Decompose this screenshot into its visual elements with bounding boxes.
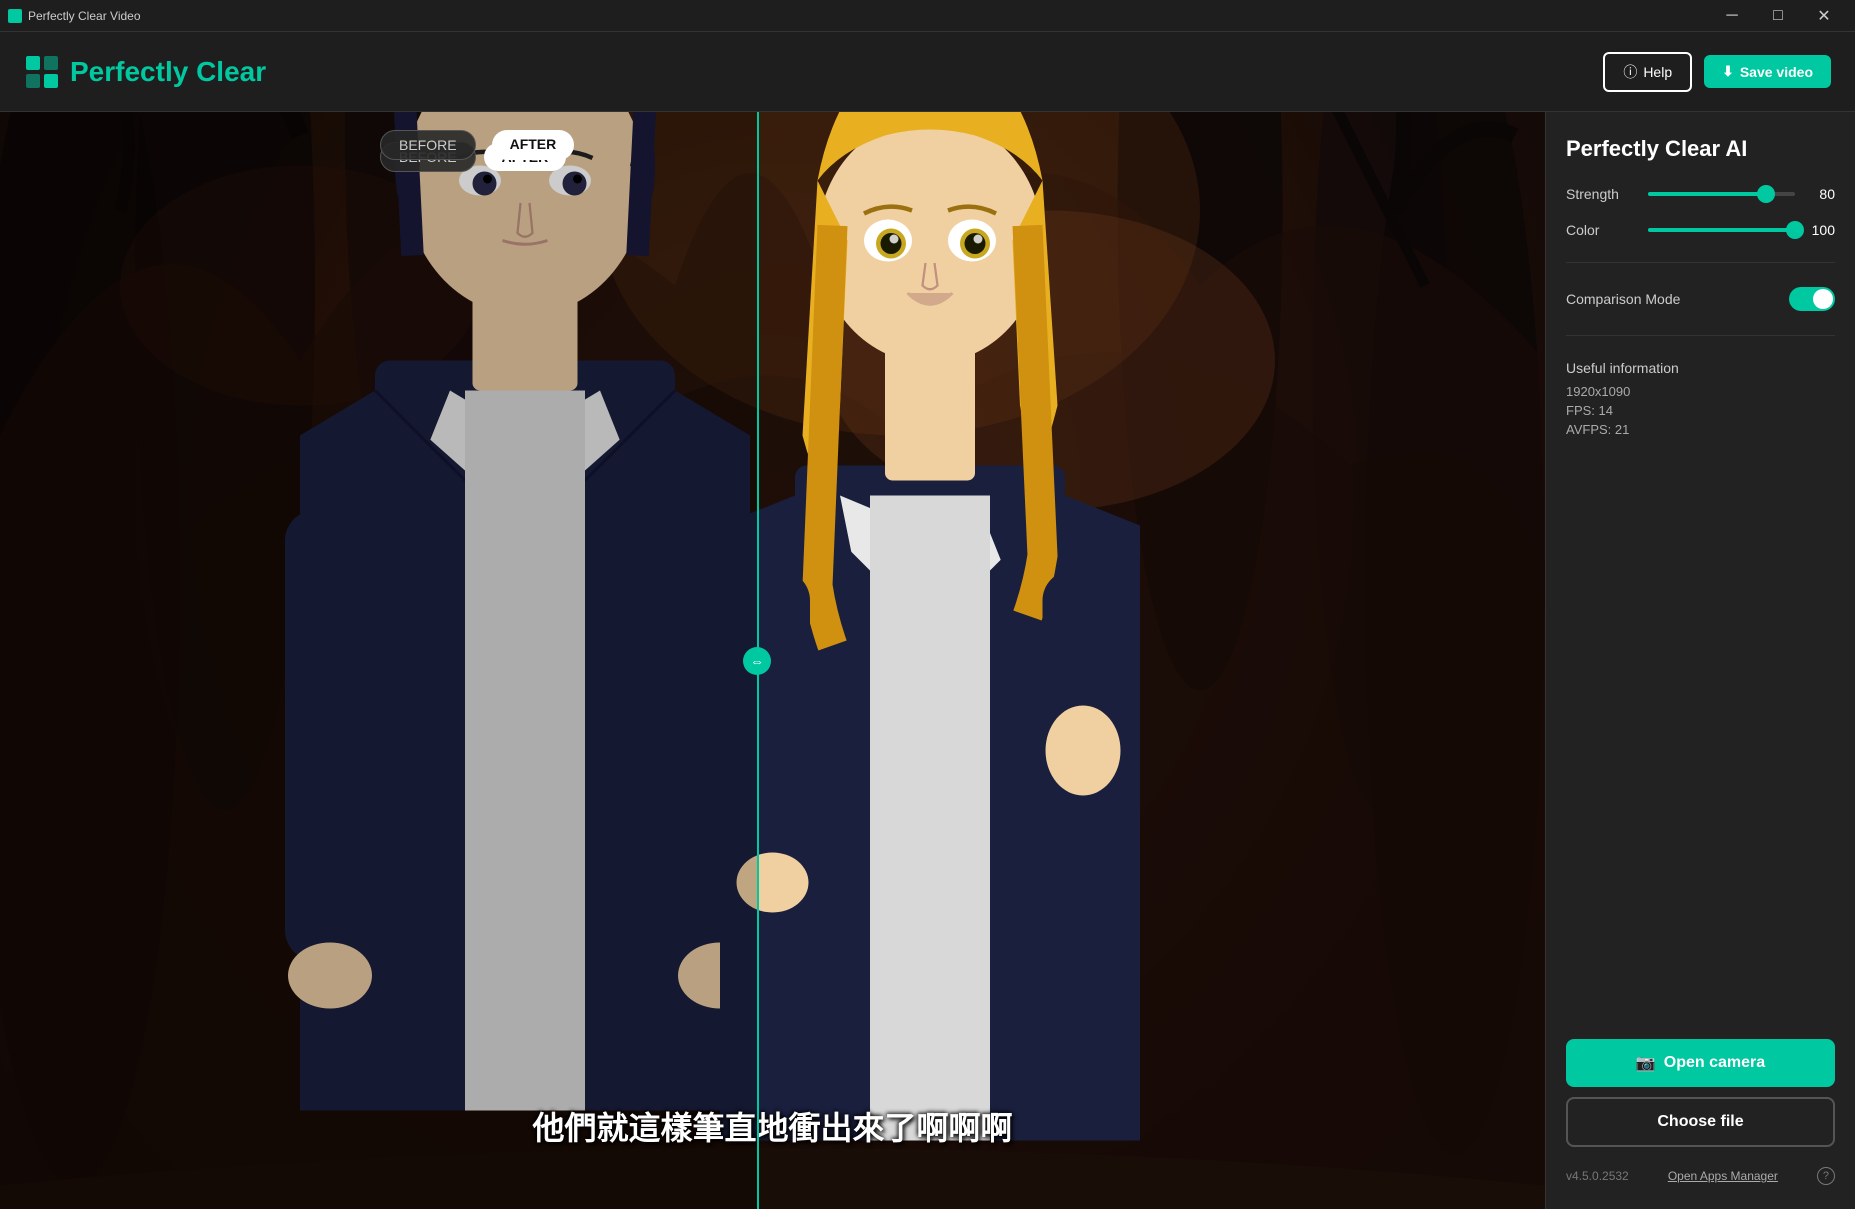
- logo-icon: [24, 54, 60, 90]
- color-fill: [1648, 228, 1795, 232]
- save-video-button[interactable]: ⬇ Save video: [1704, 55, 1831, 88]
- toggle-thumb: [1813, 289, 1833, 309]
- strength-value: 80: [1807, 186, 1835, 202]
- choose-file-button[interactable]: Choose file: [1566, 1097, 1835, 1147]
- logo: Perfectly Clear: [24, 54, 266, 90]
- strength-label: Strength: [1566, 186, 1636, 202]
- fps-info: FPS: 14: [1566, 403, 1835, 418]
- anime-scene: 他們就這樣筆直地衝出來了啊啊啊 BEFORE AFTER ⇔: [0, 112, 1545, 1209]
- panel-title: Perfectly Clear AI: [1566, 136, 1835, 162]
- open-camera-button[interactable]: 📷 Open camera: [1566, 1039, 1835, 1087]
- close-button[interactable]: ✕: [1801, 0, 1847, 32]
- help-button[interactable]: ⓘ Help: [1603, 52, 1692, 92]
- save-icon: ⬇: [1722, 63, 1734, 80]
- version-text: v4.5.0.2532: [1566, 1169, 1629, 1183]
- right-panel: Perfectly Clear AI Strength 80 Color 100…: [1545, 112, 1855, 1209]
- save-label: Save video: [1740, 64, 1813, 80]
- open-apps-manager-link[interactable]: Open Apps Manager: [1668, 1169, 1778, 1183]
- main-layout: BEFORE AFTER: [0, 112, 1855, 1209]
- help-icon: ⓘ: [1623, 62, 1637, 82]
- scene-svg: [0, 112, 1545, 1209]
- divider-1: [1566, 262, 1835, 263]
- color-thumb[interactable]: [1786, 221, 1804, 239]
- panel-bottom: 📷 Open camera Choose file: [1566, 1039, 1835, 1147]
- strength-fill: [1648, 192, 1766, 196]
- header: Perfectly Clear ⓘ Help ⬇ Save video: [0, 32, 1855, 112]
- open-camera-label: Open camera: [1664, 1054, 1765, 1072]
- useful-info-section: Useful information 1920x1090 FPS: 14 AVF…: [1566, 360, 1835, 437]
- window-title: Perfectly Clear Video: [28, 9, 141, 23]
- avfps-info: AVFPS: 21: [1566, 422, 1835, 437]
- camera-icon: 📷: [1636, 1053, 1656, 1073]
- app-icon: [8, 9, 22, 23]
- comparison-mode-row: Comparison Mode: [1566, 287, 1835, 311]
- help-label: Help: [1643, 64, 1672, 80]
- minimize-button[interactable]: ─: [1709, 0, 1755, 32]
- color-slider[interactable]: [1648, 228, 1795, 232]
- strength-thumb[interactable]: [1757, 185, 1775, 203]
- color-slider-row: Color 100: [1566, 222, 1835, 238]
- strength-slider[interactable]: [1648, 192, 1795, 196]
- window-controls: ─ □ ✕: [1709, 0, 1847, 32]
- drag-arrows-icon: ⇔: [750, 653, 764, 669]
- logo-text: Perfectly Clear: [70, 56, 266, 88]
- help-icon-footer[interactable]: ?: [1817, 1167, 1835, 1185]
- choose-file-label: Choose file: [1657, 1113, 1743, 1131]
- subtitle-text: 他們就這樣筆直地衝出來了啊啊啊: [0, 1103, 1545, 1149]
- comparison-handle[interactable]: ⇔: [743, 647, 771, 675]
- title-bar-left: Perfectly Clear Video: [8, 9, 141, 23]
- color-value: 100: [1807, 222, 1835, 238]
- strength-slider-row: Strength 80: [1566, 186, 1835, 202]
- panel-footer: v4.5.0.2532 Open Apps Manager ?: [1566, 1167, 1835, 1185]
- resolution-info: 1920x1090: [1566, 384, 1835, 399]
- color-label: Color: [1566, 222, 1636, 238]
- panel-spacer: [1566, 457, 1835, 1019]
- comparison-mode-label: Comparison Mode: [1566, 291, 1680, 307]
- video-area: BEFORE AFTER: [0, 112, 1545, 1209]
- title-bar: Perfectly Clear Video ─ □ ✕: [0, 0, 1855, 32]
- header-actions: ⓘ Help ⬇ Save video: [1603, 52, 1831, 92]
- comparison-mode-toggle[interactable]: [1789, 287, 1835, 311]
- maximize-button[interactable]: □: [1755, 0, 1801, 32]
- useful-info-title: Useful information: [1566, 360, 1835, 376]
- divider-2: [1566, 335, 1835, 336]
